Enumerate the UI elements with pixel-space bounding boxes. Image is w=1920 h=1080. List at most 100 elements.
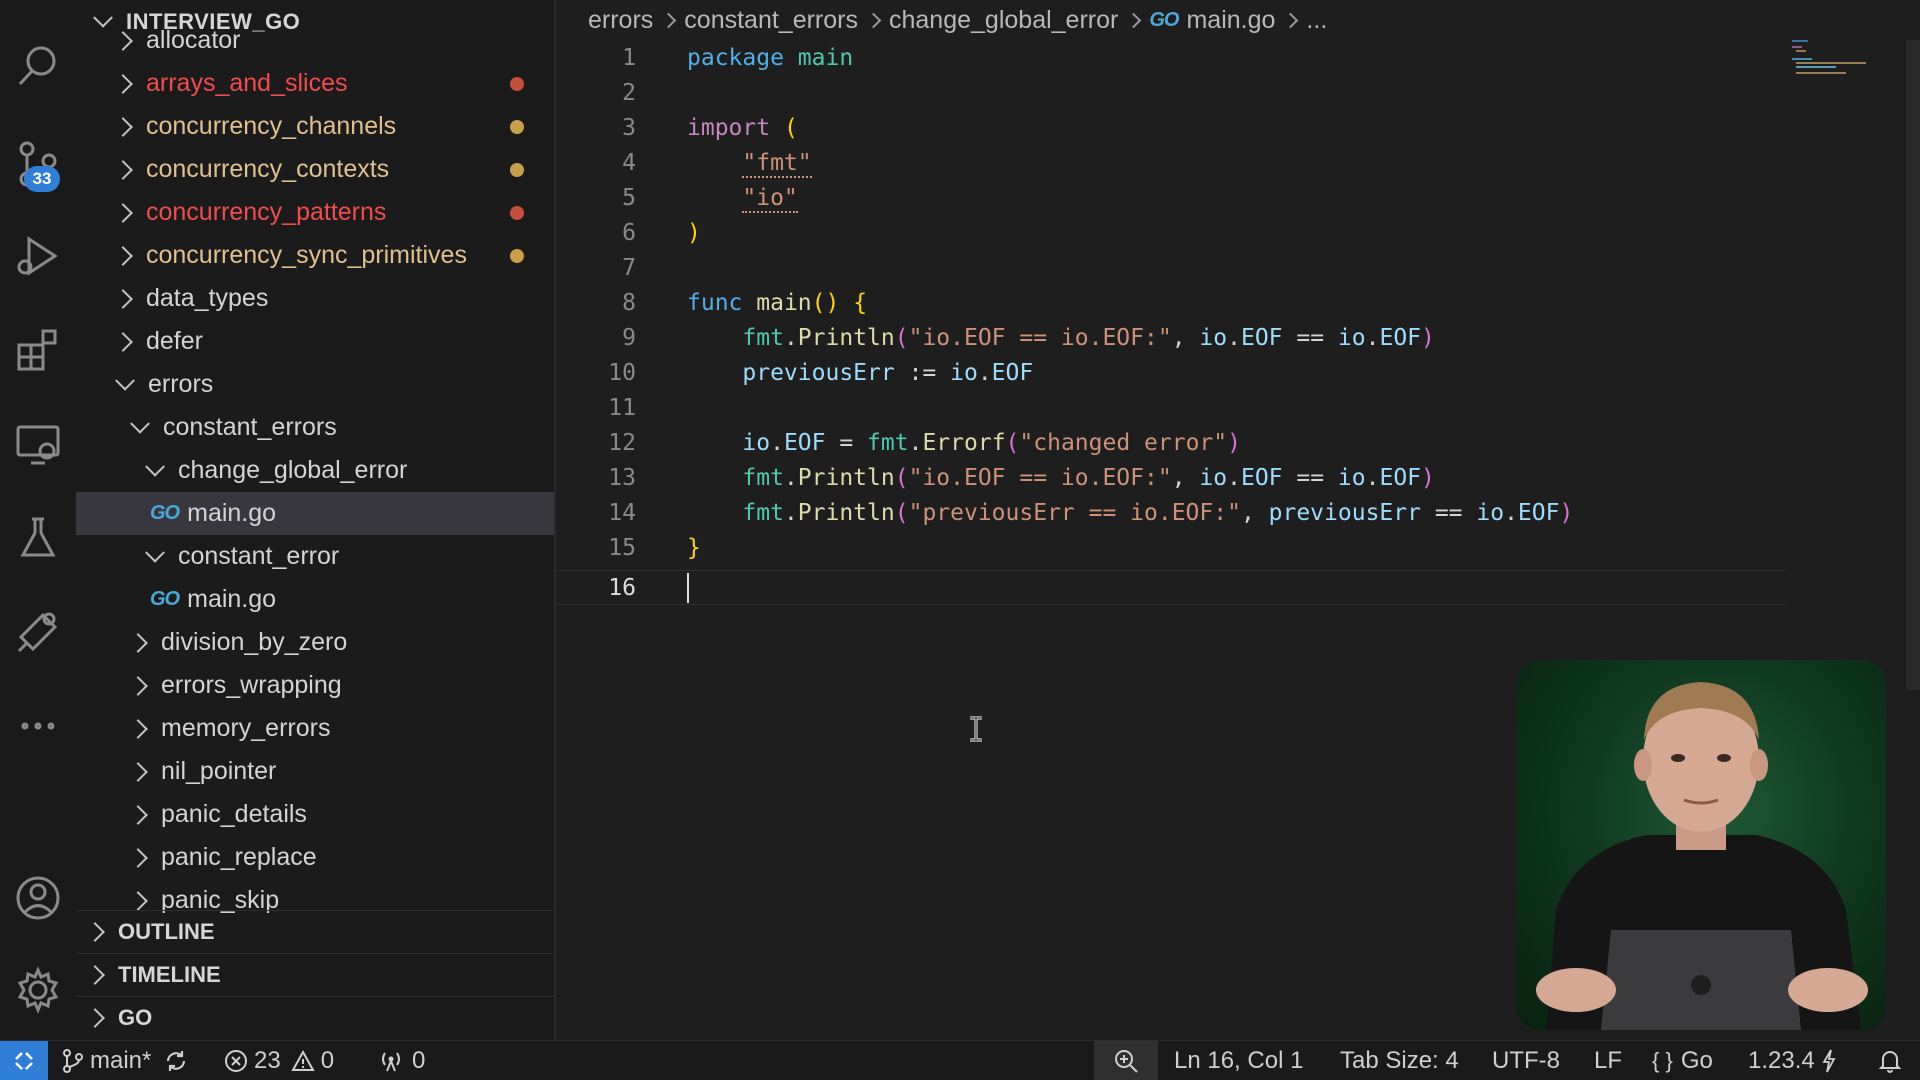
tree-item-label: constant_errors xyxy=(163,413,337,441)
branch-indicator[interactable]: main* xyxy=(62,1041,189,1080)
line-number: 5 xyxy=(622,184,636,211)
line-number: 6 xyxy=(622,219,636,246)
chevron-right-icon xyxy=(85,965,105,985)
breadcrumb-item[interactable]: errors xyxy=(588,6,653,35)
line-number: 16 xyxy=(608,574,636,601)
account-icon[interactable] xyxy=(0,860,76,936)
tree-item-concurrency-contexts[interactable]: concurrency_contexts xyxy=(76,148,554,191)
tree-item-label: allocator xyxy=(146,26,241,54)
tree-item-constant-errors[interactable]: constant_errors xyxy=(76,406,554,449)
go-test-icon[interactable] xyxy=(0,594,76,670)
tree-item-division-by-zero[interactable]: division_by_zero xyxy=(76,621,554,664)
ports-indicator[interactable]: 0 xyxy=(378,1041,425,1080)
more-icon[interactable] xyxy=(0,688,76,764)
tree-item-main-go-selected[interactable]: GO main.go xyxy=(76,492,554,535)
code-line: 7 xyxy=(556,250,1920,285)
breadcrumb-item[interactable]: constant_errors xyxy=(684,6,858,35)
error-icon xyxy=(225,1050,247,1072)
chevron-right-icon xyxy=(128,890,148,911)
breadcrumb-item[interactable]: change_global_error xyxy=(889,6,1118,35)
tree-item-errors-wrapping[interactable]: errors_wrapping xyxy=(76,664,554,707)
code-line: 8 func main() { xyxy=(556,285,1920,320)
tree-item-nil-pointer[interactable]: nil_pointer xyxy=(76,750,554,793)
ibeam-cursor-icon xyxy=(970,716,982,742)
go-section[interactable]: GO xyxy=(76,996,554,1039)
chevron-right-icon xyxy=(128,675,148,696)
code-line: 12 io.EOF = fmt.Errorf("changed error") xyxy=(556,425,1920,460)
tree-item-allocator[interactable]: allocator xyxy=(76,26,554,62)
breadcrumb-item[interactable]: main.go xyxy=(1186,6,1275,35)
modified-dot xyxy=(510,248,524,263)
search-icon[interactable] xyxy=(0,28,76,104)
tree-item-label: memory_errors xyxy=(161,714,331,742)
tree-item-label: concurrency_patterns xyxy=(146,198,387,226)
timeline-section[interactable]: TIMELINE xyxy=(76,953,554,996)
cursor-position[interactable]: Ln 16, Col 1 xyxy=(1174,1041,1303,1080)
go-file-icon: GO xyxy=(1149,8,1179,31)
tree-item-data-types[interactable]: data_types xyxy=(76,277,554,320)
tree-item-constant-error[interactable]: constant_error xyxy=(76,535,554,578)
error-count: 23 xyxy=(254,1047,281,1074)
bell-icon xyxy=(1878,1051,1902,1073)
chevron-right-icon xyxy=(1283,12,1299,28)
language-mode[interactable]: { } Go xyxy=(1652,1041,1713,1080)
modified-dot xyxy=(510,76,524,91)
remote-icon xyxy=(15,1051,33,1070)
chevron-right-icon xyxy=(128,804,148,825)
webcam-overlay xyxy=(1516,660,1886,1030)
notifications-button[interactable] xyxy=(1878,1041,1902,1080)
lightning-icon xyxy=(1822,1049,1836,1073)
tree-item-label: main.go xyxy=(187,585,277,613)
tree-item-arrays-and-slices[interactable]: arrays_and_slices xyxy=(76,62,554,105)
line-number: 13 xyxy=(608,464,636,491)
tree-item-label: division_by_zero xyxy=(161,628,348,656)
chevron-right-icon xyxy=(113,245,133,266)
extensions-icon[interactable] xyxy=(0,312,76,388)
run-debug-icon[interactable] xyxy=(0,218,76,294)
line-number: 1 xyxy=(622,44,636,71)
tree-item-memory-errors[interactable]: memory_errors xyxy=(76,707,554,750)
presenter-image xyxy=(1536,682,1868,1030)
tab-size[interactable]: Tab Size: 4 xyxy=(1340,1041,1459,1080)
tree-item-main-go[interactable]: GO main.go xyxy=(76,578,554,621)
tree-item-label: main.go xyxy=(187,499,277,527)
line-number: 10 xyxy=(608,359,636,386)
sync-icon[interactable] xyxy=(163,1048,189,1074)
chevron-down-icon xyxy=(145,542,165,563)
chevron-right-icon xyxy=(113,73,133,94)
tree-item-concurrency-channels[interactable]: concurrency_channels xyxy=(76,105,554,148)
remote-indicator[interactable] xyxy=(0,1040,48,1080)
tree-item-label: constant_error xyxy=(178,542,340,570)
go-version-label: 1.23.4 xyxy=(1748,1047,1815,1074)
testing-icon[interactable] xyxy=(0,500,76,576)
code-line: 5 "io" xyxy=(556,180,1920,215)
chevron-right-icon xyxy=(1126,12,1142,28)
tree-item-concurrency-sync-primitives[interactable]: concurrency_sync_primitives xyxy=(76,234,554,277)
tree-item-errors[interactable]: errors xyxy=(76,363,554,406)
settings-icon[interactable] xyxy=(0,952,76,1028)
zoom-in-icon xyxy=(1115,1050,1138,1073)
zoom-button[interactable] xyxy=(1094,1041,1158,1080)
tree-item-label: arrays_and_slices xyxy=(146,69,348,97)
go-version[interactable]: 1.23.4 xyxy=(1748,1041,1837,1080)
code-line: 16 xyxy=(556,570,1920,605)
remote-explorer-icon[interactable] xyxy=(0,406,76,482)
tree-item-change-global-error[interactable]: change_global_error xyxy=(76,449,554,492)
breadcrumb: errors constant_errors change_global_err… xyxy=(588,0,1327,40)
breadcrumb-item[interactable]: ... xyxy=(1306,6,1327,35)
ports-count: 0 xyxy=(412,1047,426,1074)
chevron-right-icon xyxy=(113,331,133,352)
chevron-right-icon xyxy=(128,632,148,653)
tree-item-panic-details[interactable]: panic_details xyxy=(76,793,554,836)
tree-item-defer[interactable]: defer xyxy=(76,320,554,363)
problems-indicator[interactable]: 23 0 xyxy=(224,1041,334,1080)
tree-item-concurrency-patterns[interactable]: concurrency_patterns xyxy=(76,191,554,234)
code-line: 1 package main xyxy=(556,40,1920,75)
end-of-line[interactable]: LF xyxy=(1594,1041,1622,1080)
status-bar: main* 23 0 0 Ln 16, Col 1 Tab Size: 4 UT… xyxy=(0,1040,1920,1080)
code-line: 11 xyxy=(556,390,1920,425)
outline-section[interactable]: OUTLINE xyxy=(76,910,554,953)
encoding[interactable]: UTF-8 xyxy=(1492,1041,1560,1080)
tree-item-panic-replace[interactable]: panic_replace xyxy=(76,836,554,879)
git-branch-icon xyxy=(63,1049,83,1073)
